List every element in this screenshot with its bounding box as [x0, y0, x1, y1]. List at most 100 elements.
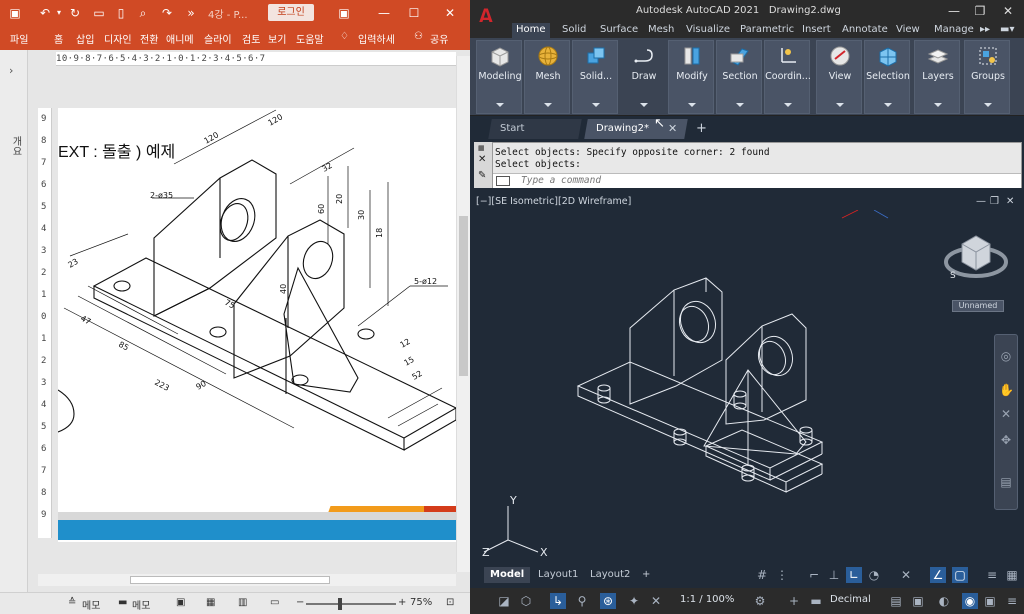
tab-manage[interactable]: Manage — [930, 23, 978, 38]
menu-file[interactable]: 파일 — [10, 31, 28, 46]
mesh-panel-button[interactable]: Mesh — [524, 40, 570, 114]
named-view-dropdown[interactable]: Unnamed — [952, 300, 1004, 312]
save-icon[interactable]: ▣ — [6, 4, 24, 22]
normal-view-icon[interactable]: ▣ — [176, 597, 185, 608]
ortho-icon[interactable]: ∟ — [846, 567, 862, 583]
modeling-panel-button[interactable]: Modeling — [476, 40, 522, 114]
share-button[interactable]: 공유 — [430, 31, 448, 46]
close-button[interactable]: ✕ — [998, 2, 1018, 20]
selection-cycling-icon[interactable]: ◪ — [496, 593, 512, 609]
menu-animations[interactable]: 애니메 — [166, 31, 194, 46]
minimize-button[interactable]: — — [374, 3, 394, 23]
slide-canvas[interactable]: EXT : 돌출 ) 예제 120 120 2-ø35 5-ø12 32 18 … — [58, 108, 456, 542]
tab-surface[interactable]: Surface — [596, 23, 642, 38]
close-button[interactable]: ✕ — [440, 3, 460, 23]
customize-icon[interactable]: ✎ — [478, 170, 486, 181]
workspace-gear-icon[interactable]: ⚙ — [752, 593, 768, 609]
menu-help[interactable]: 도움말 — [296, 31, 324, 46]
viewport-minimize-icon[interactable]: — — [976, 196, 986, 207]
tab-annotate[interactable]: Annotate — [838, 23, 892, 38]
3d-osnap-icon[interactable]: ⬡ — [518, 593, 534, 609]
showmotion-icon[interactable]: ▤ — [999, 475, 1013, 489]
transparency-icon[interactable]: ▦ — [1004, 567, 1020, 583]
command-input[interactable]: Type a command — [493, 173, 1021, 188]
snap-icon[interactable]: ⋮ — [774, 567, 790, 583]
section-panel-button[interactable]: Section — [716, 40, 762, 114]
customization-icon[interactable]: ≡ — [1004, 593, 1020, 609]
slideshow-icon[interactable]: ▭ — [270, 597, 279, 608]
command-prompt-icon[interactable] — [496, 176, 510, 186]
viewcube-icon[interactable]: S — [944, 235, 1008, 281]
menu-insert[interactable]: 삽입 — [76, 31, 94, 46]
open-folder-icon[interactable]: ▭ — [90, 4, 108, 22]
pan-hand-icon[interactable]: ✋ — [999, 383, 1014, 397]
comments-button[interactable]: 메모 — [132, 597, 150, 612]
repeat-icon[interactable]: ↷ — [158, 4, 176, 22]
slide-sorter-icon[interactable]: ▦ — [206, 597, 215, 608]
print-preview-icon[interactable]: ⌕ — [134, 4, 152, 22]
isodraft-icon[interactable]: ✕ — [898, 567, 914, 583]
notes-button[interactable]: 메모 — [82, 597, 100, 612]
tab-insert[interactable]: Insert — [798, 23, 835, 38]
gizmo-icon[interactable]: ⊛ — [600, 593, 616, 609]
annotation-monitor-icon[interactable]: + — [786, 593, 802, 609]
grip-icon[interactable]: ▦ — [478, 144, 485, 152]
object-snap-icon[interactable]: ▢ — [952, 567, 968, 583]
infer-constraints-icon[interactable]: ⌐ — [806, 567, 822, 583]
viewport-controls[interactable]: [−][SE Isometric][2D Wireframe] — [476, 196, 631, 207]
minimize-button[interactable]: — — [944, 2, 964, 20]
tab-parametric[interactable]: Parametric — [736, 23, 798, 38]
polar-icon[interactable]: ◔ — [866, 567, 882, 583]
menu-home[interactable]: 홈 — [54, 31, 63, 46]
tab-view[interactable]: View — [892, 23, 924, 38]
tab-layout2[interactable]: Layout2 — [584, 567, 636, 583]
modify-panel-button[interactable]: Modify — [668, 40, 714, 114]
scroll-thumb[interactable] — [130, 576, 330, 584]
solid-editing-panel-button[interactable]: Solid... — [572, 40, 618, 114]
tell-me-input[interactable]: 입력하세 — [358, 31, 395, 46]
ribbon-display-icon[interactable]: ▣ — [334, 3, 354, 23]
scroll-thumb[interactable] — [459, 216, 468, 376]
zoom-slider-knob[interactable] — [338, 598, 342, 610]
isolate-objects-icon[interactable]: ◐ — [936, 593, 952, 609]
coordinates-panel-button[interactable]: Coordin... — [764, 40, 811, 114]
menu-review[interactable]: 검토 — [242, 31, 260, 46]
draw-panel-button[interactable]: Draw — [620, 40, 666, 114]
fit-slide-icon[interactable]: ⊡ — [446, 597, 454, 608]
close-tab-icon[interactable]: ✕ — [668, 122, 677, 135]
units-dropdown[interactable]: Decimal — [830, 594, 871, 605]
tab-solid[interactable]: Solid — [558, 23, 590, 38]
clean-screen-icon[interactable]: ▣ — [982, 593, 998, 609]
steering-wheel-icon[interactable]: ◎ — [999, 349, 1013, 363]
zoom-level[interactable]: 75% — [410, 597, 432, 608]
redo-alt-icon[interactable]: ↻ — [66, 4, 84, 22]
tab-mesh[interactable]: Mesh — [644, 23, 678, 38]
annotation-scale-icon[interactable]: ✕ — [648, 593, 664, 609]
restore-button[interactable]: ❐ — [970, 2, 990, 20]
close-command-icon[interactable]: ✕ — [478, 154, 486, 165]
zoom-extents-icon[interactable]: ✕ — [999, 407, 1013, 421]
model-viewport[interactable]: Y X Z S — [470, 210, 1024, 564]
grid-icon[interactable]: # — [754, 567, 770, 583]
annotation-scale[interactable]: 1:1 / 100% — [680, 594, 734, 605]
menu-transitions[interactable]: 전환 — [140, 31, 158, 46]
new-document-icon[interactable]: ▯ — [112, 4, 130, 22]
new-tab-icon[interactable]: + — [696, 121, 707, 136]
selection-filter-icon[interactable]: ⚲ — [574, 593, 590, 609]
quick-properties-icon[interactable]: ▤ — [888, 593, 904, 609]
selection-panel-button[interactable]: Selection — [864, 40, 910, 114]
lineweight-icon[interactable]: ≡ — [984, 567, 1000, 583]
command-line-handle[interactable]: ▦ ✕ ✎ — [474, 142, 492, 188]
annotation-visibility-icon[interactable]: ✦ — [626, 593, 642, 609]
lock-ui-icon[interactable]: ▣ — [910, 593, 926, 609]
maximize-button[interactable]: ☐ — [404, 3, 424, 23]
expand-chevron-icon[interactable]: › — [9, 64, 13, 77]
menu-design[interactable]: 디자인 — [104, 31, 132, 46]
tab-model[interactable]: Model — [484, 567, 531, 583]
more-tabs-icon[interactable]: ▸▸ — [976, 23, 994, 38]
zoom-out-icon[interactable]: − — [296, 597, 304, 608]
zoom-slider[interactable] — [306, 603, 396, 605]
horizontal-scrollbar[interactable] — [38, 574, 456, 586]
tab-visualize[interactable]: Visualize — [682, 23, 734, 38]
tab-layout1[interactable]: Layout1 — [532, 567, 584, 583]
